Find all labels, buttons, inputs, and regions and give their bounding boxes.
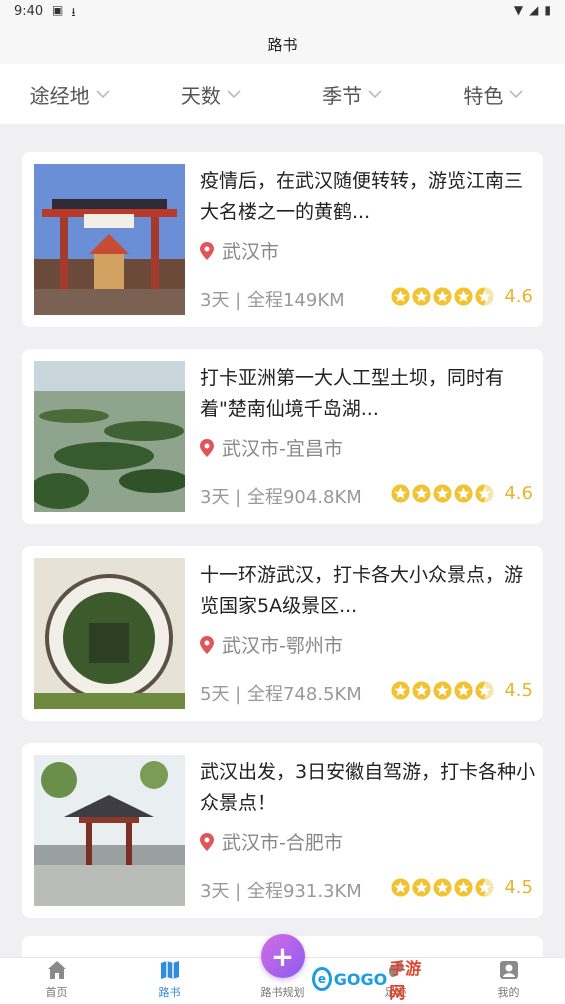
star-icon <box>412 681 431 700</box>
route-card[interactable]: 打卡亚洲第一大人工型土坝，同时有着"楚南仙境千岛湖... 武汉市-宜昌市 3天 … <box>22 349 543 524</box>
star-icon <box>475 484 494 503</box>
wifi-icon: ▼ <box>513 3 524 17</box>
location-text: 武汉市-宜昌市 <box>222 438 343 460</box>
filter-days[interactable]: 天数 <box>141 64 282 124</box>
location-text: 武汉市-鄂州市 <box>222 635 343 657</box>
route-thumbnail <box>34 164 185 315</box>
filter-label: 途经地 <box>29 83 90 108</box>
page-header: 路书 <box>0 24 565 64</box>
route-list: 疫情后，在武汉随便转转，游览江南三大名楼之一的黄鹤... 武汉市 3天 | 全程… <box>22 152 543 940</box>
chevron-down-icon <box>227 90 241 99</box>
route-location: 武汉市-合肥市 <box>200 828 343 855</box>
location-text: 武汉市-合肥市 <box>222 832 343 854</box>
star-icon <box>412 878 431 897</box>
star-icon <box>454 484 473 503</box>
tab-label: 我的 <box>497 986 520 999</box>
route-card[interactable]: 十一环游武汉，打卡各大小众景点，游览国家5A级景区... 武汉市-鄂州市 5天 … <box>22 546 543 721</box>
tab-home[interactable]: 首页 <box>0 958 113 1004</box>
watermark-icon: e <box>312 967 332 991</box>
star-icon <box>475 681 494 700</box>
route-meta: 3天 | 全程149KM <box>200 290 345 311</box>
page-title: 路书 <box>267 35 298 54</box>
route-title: 十一环游武汉，打卡各大小众景点，游览国家5A级景区... <box>200 564 524 617</box>
star-icon <box>433 484 452 503</box>
status-time: 9:40 <box>14 4 44 19</box>
plus-icon[interactable]: + <box>260 934 305 978</box>
tab-label: 首页 <box>45 986 68 999</box>
route-card[interactable]: 武汉出发，3日安徽自驾游，打卡各种小众景点！ 武汉市-合肥市 3天 | 全程93… <box>22 743 543 918</box>
rating-score: 4.5 <box>504 680 533 701</box>
star-icon <box>391 287 410 306</box>
route-meta: 3天 | 全程931.3KM <box>200 881 362 902</box>
route-title: 打卡亚洲第一大人工型土坝，同时有着"楚南仙境千岛湖... <box>200 367 505 420</box>
rating-score: 4.6 <box>504 286 533 307</box>
route-location: 武汉市 <box>200 237 279 264</box>
star-icon <box>412 287 431 306</box>
rating-score: 4.5 <box>504 877 533 898</box>
route-title: 武汉出发，3日安徽自驾游，打卡各种小众景点！ <box>200 761 536 814</box>
location-pin-icon <box>200 832 214 851</box>
download-icon: ⭳ <box>71 5 76 19</box>
location-pin-icon <box>200 241 214 260</box>
tab-roadbook[interactable]: 路书 <box>113 958 226 1004</box>
route-title: 疫情后，在武汉随便转转，游览江南三大名楼之一的黄鹤... <box>200 170 524 223</box>
route-thumbnail <box>34 558 185 709</box>
tab-label: 路书规划 <box>260 986 305 999</box>
bottom-tab-bar: 首页 路书 + 路书规划 足迹 我的 <box>0 934 565 1004</box>
star-rating: 4.6 <box>391 286 533 307</box>
star-icon <box>475 287 494 306</box>
route-location: 武汉市-宜昌市 <box>200 434 343 461</box>
route-meta: 5天 | 全程748.5KM <box>200 684 362 705</box>
route-card[interactable]: 疫情后，在武汉随便转转，游览江南三大名楼之一的黄鹤... 武汉市 3天 | 全程… <box>22 152 543 327</box>
location-pin-icon <box>200 635 214 654</box>
star-icon <box>433 681 452 700</box>
route-thumbnail <box>34 755 185 906</box>
chevron-down-icon <box>368 90 382 99</box>
filter-route-places[interactable]: 途经地 <box>0 64 141 124</box>
star-icon <box>412 484 431 503</box>
tab-label: 路书 <box>158 986 181 999</box>
map-icon <box>160 961 179 979</box>
tab-profile[interactable]: 我的 <box>452 958 565 1004</box>
chevron-down-icon <box>509 90 523 99</box>
route-meta: 3天 | 全程904.8KM <box>200 487 362 508</box>
filter-label: 特色 <box>463 83 504 108</box>
star-icon <box>391 878 410 897</box>
a-badge-icon: ▣ <box>52 3 64 17</box>
chevron-down-icon <box>96 90 110 99</box>
route-location: 武汉市-鄂州市 <box>200 631 343 658</box>
star-icon <box>454 287 473 306</box>
signal-icon: ◢ <box>529 3 539 17</box>
rating-score: 4.6 <box>504 483 533 504</box>
profile-icon <box>499 961 518 979</box>
filter-season[interactable]: 季节 <box>283 64 424 124</box>
filter-bar: 途经地 天数 季节 特色 <box>0 64 565 124</box>
battery-icon: ▮ <box>544 3 551 17</box>
route-thumbnail <box>34 361 185 512</box>
star-icon <box>391 484 410 503</box>
star-rating: 4.5 <box>391 877 533 898</box>
location-pin-icon <box>200 438 214 457</box>
watermark-sub: 手游网 <box>389 959 422 1002</box>
filter-feature[interactable]: 特色 <box>424 64 565 124</box>
star-icon <box>433 878 452 897</box>
star-icon <box>433 287 452 306</box>
filter-label: 季节 <box>322 83 363 108</box>
star-rating: 4.5 <box>391 680 533 701</box>
star-icon <box>391 681 410 700</box>
filter-label: 天数 <box>180 83 221 108</box>
location-text: 武汉市 <box>222 241 280 263</box>
watermark-logo: e GOGO 手游网 <box>312 959 426 1002</box>
star-icon <box>454 878 473 897</box>
status-bar: 9:40 ▣ ⭳ ▼ ◢ ▮ <box>0 0 565 24</box>
star-rating: 4.6 <box>391 483 533 504</box>
watermark-brand: GOGO <box>333 969 388 989</box>
star-icon <box>475 878 494 897</box>
star-icon <box>454 681 473 700</box>
home-icon <box>47 961 66 979</box>
